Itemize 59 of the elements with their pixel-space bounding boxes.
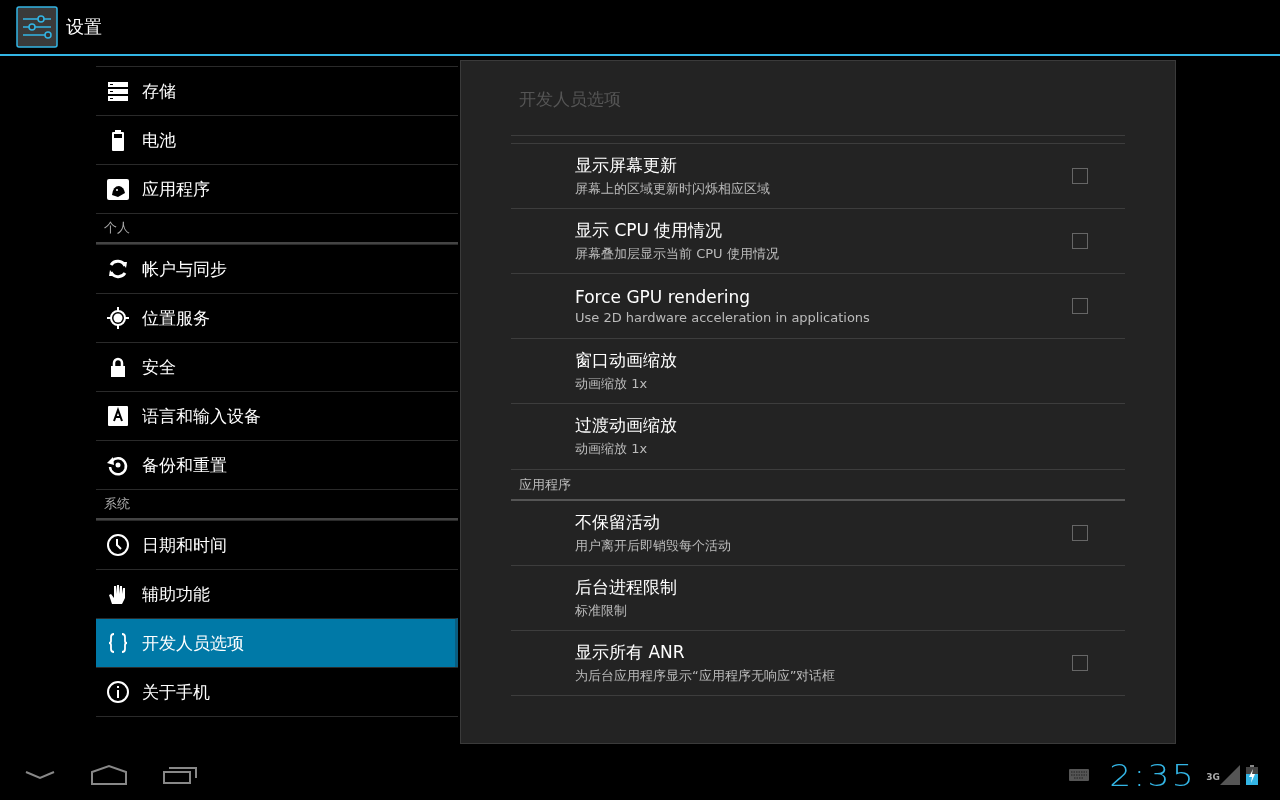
checkbox[interactable] (1072, 655, 1088, 671)
sidebar-item[interactable]: 存储 (96, 66, 458, 115)
preference-summary: Use 2D hardware acceleration in applications (575, 310, 871, 325)
preference-title: 显示所有 ANR (575, 641, 686, 664)
preference-row[interactable]: 不保留活动 用户离开后即销毁每个活动 (511, 501, 1125, 565)
settings-sliders-icon[interactable] (16, 6, 58, 48)
preference-row[interactable]: 显示 CPU 使用情况 屏幕叠加层显示当前 CPU 使用情况 (511, 208, 1125, 273)
section-header: 系统 (104, 495, 130, 513)
checkbox[interactable] (1072, 233, 1088, 249)
sidebar-item[interactable]: 位置服务 (96, 293, 458, 342)
preference-row[interactable]: 窗口动画缩放 动画缩放 1x (511, 338, 1125, 403)
preference-title: 显示 CPU 使用情况 (575, 219, 724, 242)
preference-title: 不保留活动 (575, 511, 661, 534)
sidebar-item[interactable]: 备份和重置 (96, 440, 458, 489)
sidebar-item[interactable]: 安全 (96, 342, 458, 391)
category-header: 应用程序 (519, 476, 571, 494)
sidebar-item[interactable]: 应用程序 (96, 164, 458, 213)
preference-title: 窗口动画缩放 (575, 349, 678, 372)
storage-icon (106, 79, 130, 103)
preference-row[interactable]: 后台进程限制 标准限制 (511, 565, 1125, 630)
signal-icon (1220, 765, 1240, 785)
sidebar-item[interactable]: 关于手机 (96, 667, 458, 716)
preference-title: 过渡动画缩放 (575, 414, 678, 437)
preference-row[interactable]: Force GPU rendering Use 2D hardware acceleration in applications (511, 273, 1125, 338)
sync-icon (106, 257, 130, 281)
sidebar-item[interactable]: 语言和输入设备 (96, 391, 458, 440)
network-type: 3G (1206, 771, 1220, 782)
app-title: 设置 (66, 15, 102, 39)
preference-row[interactable]: 过渡动画缩放 动画缩放 1x (511, 403, 1125, 468)
keyboard-icon (1068, 769, 1089, 781)
recent-apps-icon[interactable] (162, 765, 198, 785)
preference-summary: 动画缩放 1x (575, 440, 649, 458)
preference-summary: 为后台应用程序显示“应用程序无响应”对话框 (575, 667, 837, 685)
sidebar-item[interactable]: 帐户与同步 (96, 244, 458, 293)
preference-summary: 屏幕上的区域更新时闪烁相应区域 (575, 180, 771, 198)
sidebar-item[interactable]: 电池 (96, 115, 458, 164)
preference-summary: 屏幕叠加层显示当前 CPU 使用情况 (575, 245, 780, 263)
clock-icon (106, 533, 130, 557)
battery-charging-icon (1246, 765, 1258, 785)
preference-title: Force GPU rendering (575, 287, 752, 307)
preference-summary: 动画缩放 1x (575, 375, 649, 393)
preference-summary: 用户离开后即销毁每个活动 (575, 537, 732, 555)
preference-summary: 标准限制 (575, 602, 628, 620)
sidebar-item[interactable]: 日期和时间 (96, 520, 458, 569)
info-icon (106, 680, 130, 704)
checkbox[interactable] (1072, 168, 1088, 184)
braces-icon (106, 631, 130, 655)
sidebar-item[interactable]: 开发人员选项 (96, 618, 458, 667)
location-target-icon (106, 306, 130, 330)
checkbox[interactable] (1072, 525, 1088, 541)
preference-title: 后台进程限制 (575, 576, 678, 599)
keyboard-letter-icon (106, 404, 130, 428)
home-icon[interactable] (90, 764, 128, 786)
preference-title: 显示屏幕更新 (575, 154, 678, 177)
preference-row[interactable]: 显示所有 ANR 为后台应用程序显示“应用程序无响应”对话框 (511, 630, 1125, 695)
checkbox[interactable] (1072, 298, 1088, 314)
preference-row[interactable]: 显示屏幕更新 屏幕上的区域更新时闪烁相应区域 (511, 143, 1125, 208)
clock-time: 2:35 (1109, 757, 1196, 793)
section-header: 个人 (104, 219, 130, 237)
